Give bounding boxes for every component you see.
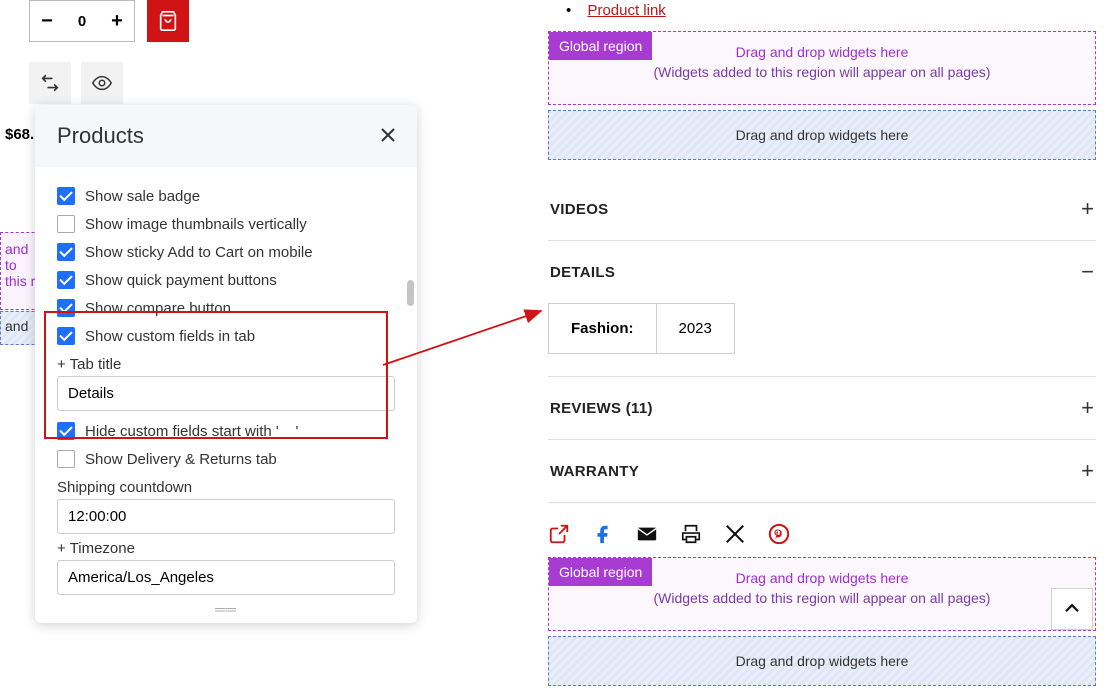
qty-plus-button[interactable]: + bbox=[100, 1, 134, 41]
input-timezone[interactable] bbox=[57, 560, 395, 595]
minus-icon: − bbox=[1081, 259, 1094, 285]
label-thumbnails-vertical: Show image thumbnails vertically bbox=[85, 216, 307, 233]
global-region-top[interactable]: Global region Drag and drop widgets here… bbox=[548, 31, 1096, 105]
share-email-button[interactable] bbox=[636, 523, 658, 545]
eye-icon bbox=[91, 72, 113, 94]
panel-close-button[interactable] bbox=[381, 126, 395, 147]
share-external-button[interactable] bbox=[548, 523, 570, 545]
quantity-stepper[interactable]: − 0 + bbox=[29, 0, 135, 42]
checkbox-custom-fields-tab[interactable] bbox=[57, 327, 75, 345]
global-region-bottom[interactable]: Global region Drag and drop widgets here… bbox=[548, 557, 1096, 631]
compare-button[interactable] bbox=[29, 62, 71, 104]
accordion-details[interactable]: DETAILS − bbox=[548, 241, 1096, 303]
label-shipping-countdown: Shipping countdown bbox=[57, 473, 395, 499]
detail-key: Fashion: bbox=[549, 304, 657, 353]
details-table: Fashion: 2023 bbox=[548, 303, 735, 354]
accordion-warranty[interactable]: WARRANTY + bbox=[548, 440, 1096, 502]
accordion-reviews[interactable]: REVIEWS (11) + bbox=[548, 377, 1096, 439]
label-compare: Show compare button bbox=[85, 300, 231, 317]
qty-minus-button[interactable]: − bbox=[30, 1, 64, 41]
shopping-bag-icon bbox=[157, 10, 179, 32]
global-region-sub-text: (Widgets added to this region will appea… bbox=[549, 62, 1095, 92]
share-facebook-button[interactable] bbox=[592, 523, 614, 545]
scroll-to-top-button[interactable] bbox=[1051, 588, 1093, 630]
add-to-cart-button[interactable] bbox=[147, 0, 189, 42]
products-settings-panel: Products Show sale badge Show image thum… bbox=[35, 105, 417, 623]
accordion-videos[interactable]: VIDEOS + bbox=[548, 178, 1096, 240]
drop-region-bottom[interactable]: Drag and drop widgets here bbox=[548, 636, 1096, 686]
input-shipping-countdown[interactable] bbox=[57, 499, 395, 534]
panel-drag-handle[interactable]: ══ bbox=[35, 597, 417, 623]
global-region-sub-text: (Widgets added to this region will appea… bbox=[549, 588, 1095, 618]
plus-icon: + bbox=[1081, 458, 1094, 484]
accordion-title-reviews: REVIEWS (11) bbox=[550, 400, 653, 417]
pinterest-icon bbox=[768, 523, 790, 545]
chevron-up-icon bbox=[1063, 600, 1081, 618]
preview-button[interactable] bbox=[81, 62, 123, 104]
panel-scrollbar[interactable] bbox=[407, 280, 414, 306]
email-icon bbox=[636, 523, 658, 545]
input-tab-title[interactable] bbox=[57, 376, 395, 411]
checkbox-delivery-returns[interactable] bbox=[57, 450, 75, 468]
label-sale-badge: Show sale badge bbox=[85, 188, 200, 205]
product-price: $68. bbox=[5, 126, 34, 143]
share-print-button[interactable] bbox=[680, 523, 702, 545]
compare-icon bbox=[39, 72, 61, 94]
share-pinterest-button[interactable] bbox=[768, 523, 790, 545]
accordion-title-details: DETAILS bbox=[550, 264, 615, 281]
accordion-title-warranty: WARRANTY bbox=[550, 463, 639, 480]
label-custom-fields-tab: Show custom fields in tab bbox=[85, 328, 255, 345]
plus-icon: + bbox=[1081, 395, 1094, 421]
detail-value: 2023 bbox=[657, 304, 734, 353]
close-icon bbox=[381, 128, 395, 142]
label-hide-custom-underscore: Hide custom fields start with '__' bbox=[85, 423, 298, 440]
label-quick-payment: Show quick payment buttons bbox=[85, 272, 277, 289]
product-link-row: Product link bbox=[548, 0, 1096, 31]
plus-icon: + bbox=[1081, 196, 1094, 222]
label-sticky-cart: Show sticky Add to Cart on mobile bbox=[85, 244, 313, 261]
global-region-tag: Global region bbox=[549, 558, 652, 586]
checkbox-hide-custom-underscore[interactable] bbox=[57, 422, 75, 440]
x-twitter-icon bbox=[724, 523, 746, 545]
label-timezone: + Timezone bbox=[57, 534, 395, 560]
checkbox-compare[interactable] bbox=[57, 299, 75, 317]
product-link[interactable]: Product link bbox=[587, 2, 665, 19]
panel-title: Products bbox=[57, 123, 144, 149]
checkbox-thumbnails-vertical[interactable] bbox=[57, 215, 75, 233]
checkbox-quick-payment[interactable] bbox=[57, 271, 75, 289]
facebook-icon bbox=[592, 523, 614, 545]
label-delivery-returns: Show Delivery & Returns tab bbox=[85, 451, 277, 468]
qty-value: 0 bbox=[64, 13, 100, 30]
drop-region-top[interactable]: Drag and drop widgets here bbox=[548, 110, 1096, 160]
share-x-button[interactable] bbox=[724, 523, 746, 545]
accordion-title-videos: VIDEOS bbox=[550, 201, 608, 218]
print-icon bbox=[680, 523, 702, 545]
checkbox-sticky-cart[interactable] bbox=[57, 243, 75, 261]
global-region-tag: Global region bbox=[549, 32, 652, 60]
checkbox-sale-badge[interactable] bbox=[57, 187, 75, 205]
label-tab-title: + Tab title bbox=[57, 350, 395, 376]
external-link-icon bbox=[548, 523, 570, 545]
